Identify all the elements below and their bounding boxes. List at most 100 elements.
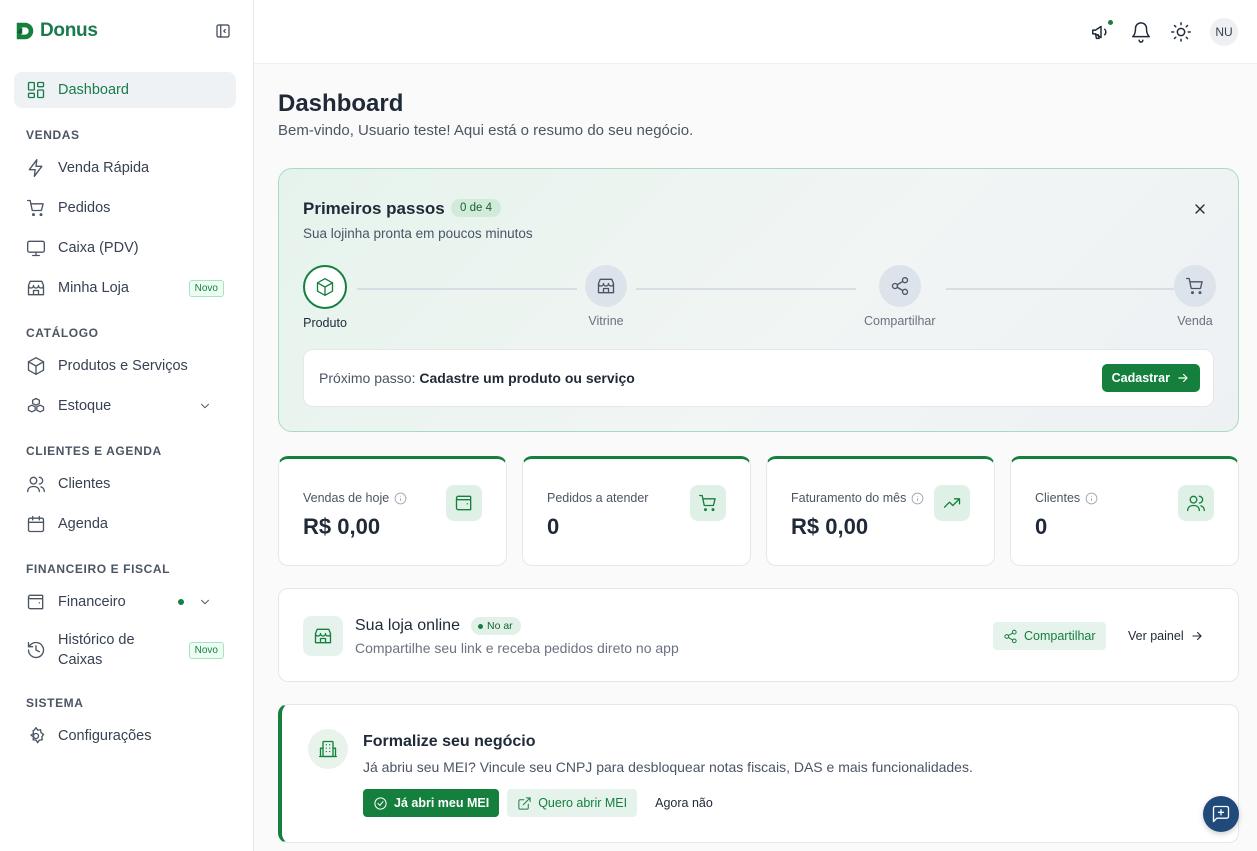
sidebar-item-produtos[interactable]: Produtos e Serviços <box>14 348 236 384</box>
arrow-right-icon <box>1178 373 1188 383</box>
status-dot <box>178 599 184 605</box>
onboarding-subtitle: Sua lojinha pronta em poucos minutos <box>303 226 533 241</box>
store-subtitle: Compartilhe seu link e receba pedidos di… <box>355 640 679 656</box>
store-icon <box>303 616 343 656</box>
external-link-icon <box>518 796 531 810</box>
sidebar-item-pedidos[interactable]: Pedidos <box>14 190 236 226</box>
close-icon[interactable] <box>1192 201 1208 217</box>
step-vitrine[interactable]: Vitrine <box>585 265 627 328</box>
cadastrar-button[interactable]: Cadastrar <box>1101 364 1200 392</box>
sidebar-item-venda-rapida[interactable]: Venda Rápida <box>14 150 236 186</box>
sidebar-item-label: Minha Loja <box>58 280 129 296</box>
step-venda[interactable]: Venda <box>1174 265 1216 328</box>
step-compartilhar[interactable]: Compartilhar <box>864 265 936 328</box>
stat-label: Faturamento do mês <box>791 491 924 505</box>
dismiss-button[interactable]: Agora não <box>645 789 723 817</box>
chat-plus-icon <box>1212 805 1230 823</box>
sidebar-item-historico-caixas[interactable]: Histórico de Caixas Novo <box>14 624 236 676</box>
new-badge: Novo <box>188 279 224 297</box>
cart-icon <box>1186 277 1203 295</box>
sidebar-item-label: Agenda <box>58 516 108 532</box>
avatar[interactable]: NU <box>1210 18 1238 46</box>
stat-label: Clientes <box>1035 491 1098 505</box>
cart-icon <box>690 485 726 521</box>
box-icon <box>316 278 334 296</box>
dashboard-icon <box>27 81 45 99</box>
store-title: Sua loja online <box>355 617 460 634</box>
stat-value: R$ 0,00 <box>791 514 869 539</box>
stat-card-faturamento: Faturamento do mês R$ 0,00 <box>766 456 995 566</box>
section-title-catalogo: CATÁLOGO <box>26 326 99 340</box>
sidebar-item-label: Financeiro <box>58 594 126 610</box>
sidebar-item-label: Produtos e Serviços <box>58 358 188 374</box>
chevron-down-icon <box>201 599 209 605</box>
building-icon <box>308 729 348 769</box>
sun-icon <box>1171 22 1191 42</box>
sidebar-item-label: Configurações <box>58 728 152 744</box>
collapse-sidebar-icon[interactable] <box>214 22 232 40</box>
announcements-button[interactable] <box>1090 19 1114 43</box>
sidebar-item-financeiro[interactable]: Financeiro <box>14 584 236 620</box>
sidebar-item-dashboard[interactable]: Dashboard <box>14 72 236 108</box>
sidebar-item-minha-loja[interactable]: Minha Loja Novo <box>14 270 236 306</box>
section-title-financeiro: FINANCEIRO E FISCAL <box>26 562 171 576</box>
view-panel-button[interactable]: Ver painel <box>1128 622 1204 650</box>
step-circle <box>303 265 347 309</box>
app-name: Donus <box>40 20 98 41</box>
next-step-text: Próximo passo: Cadastre um produto ou se… <box>319 370 635 386</box>
sidebar-item-caixa[interactable]: Caixa (PDV) <box>14 230 236 266</box>
sidebar-item-label: Venda Rápida <box>58 160 150 176</box>
page-subtitle: Bem-vindo, Usuario teste! Aqui está o re… <box>278 122 694 139</box>
info-icon[interactable] <box>911 492 924 505</box>
formalize-subtitle: Já abriu seu MEI? Vincule seu CNPJ para … <box>363 759 973 775</box>
store-icon <box>27 280 45 296</box>
stat-value: R$ 0,00 <box>303 514 381 539</box>
sidebar-item-agenda[interactable]: Agenda <box>14 506 236 542</box>
formalize-card: Formalize seu negócio Já abriu seu MEI? … <box>278 704 1239 843</box>
notifications-button[interactable] <box>1130 21 1152 43</box>
chevron-down-icon <box>201 403 209 409</box>
online-store-card: Sua loja online No ar Compartilhe seu li… <box>278 588 1239 682</box>
step-produto[interactable]: Produto <box>303 265 347 330</box>
sidebar-item-label: Dashboard <box>58 82 129 98</box>
lightning-icon <box>28 159 43 177</box>
share-button[interactable]: Compartilhar <box>993 622 1106 650</box>
theme-toggle-button[interactable] <box>1170 21 1192 43</box>
step-connector <box>946 288 1174 290</box>
sidebar-item-label: Pedidos <box>58 200 111 216</box>
next-step-box: Próximo passo: Cadastre um produto ou se… <box>303 349 1214 407</box>
formalize-actions: Já abri meu MEI Quero abrir MEI Agora nã… <box>363 789 723 817</box>
box-icon <box>27 357 45 375</box>
stat-card-vendas-hoje: Vendas de hoje R$ 0,00 <box>278 456 507 566</box>
trend-up-icon <box>934 485 970 521</box>
new-badge: Novo <box>188 641 224 659</box>
step-label: Venda <box>1177 314 1213 328</box>
sidebar-item-configuracoes[interactable]: Configurações <box>14 718 236 754</box>
chat-support-button[interactable] <box>1203 796 1239 832</box>
info-icon[interactable] <box>394 492 407 505</box>
share-icon <box>891 277 908 295</box>
users-icon <box>27 476 45 493</box>
sidebar-item-estoque[interactable]: Estoque <box>14 388 236 424</box>
page-title: Dashboard <box>278 90 404 117</box>
monitor-icon <box>27 240 45 257</box>
sidebar-item-label: Estoque <box>58 398 112 414</box>
status-badge: No ar <box>471 617 521 635</box>
sidebar-item-clientes[interactable]: Clientes <box>14 466 236 502</box>
info-icon[interactable] <box>1085 492 1098 505</box>
sidebar: Donus Dashboard VENDAS Venda Rápida Pedi… <box>0 0 254 851</box>
check-circle-icon <box>374 796 387 810</box>
share-icon <box>1004 629 1017 643</box>
step-label: Vitrine <box>588 314 624 328</box>
step-label: Produto <box>303 316 347 330</box>
cart-icon <box>27 199 44 217</box>
store-icon <box>597 278 615 294</box>
open-mei-button[interactable]: Quero abrir MEI <box>507 789 638 817</box>
step-circle <box>1174 265 1216 307</box>
boxes-icon <box>27 397 45 413</box>
gear-icon <box>30 727 45 744</box>
sidebar-nav: Dashboard VENDAS Venda Rápida Pedidos Ca… <box>14 72 236 758</box>
onboarding-progress-badge: 0 de 4 <box>451 199 501 217</box>
logo[interactable]: Donus <box>14 20 98 42</box>
already-mei-button[interactable]: Já abri meu MEI <box>363 789 500 817</box>
